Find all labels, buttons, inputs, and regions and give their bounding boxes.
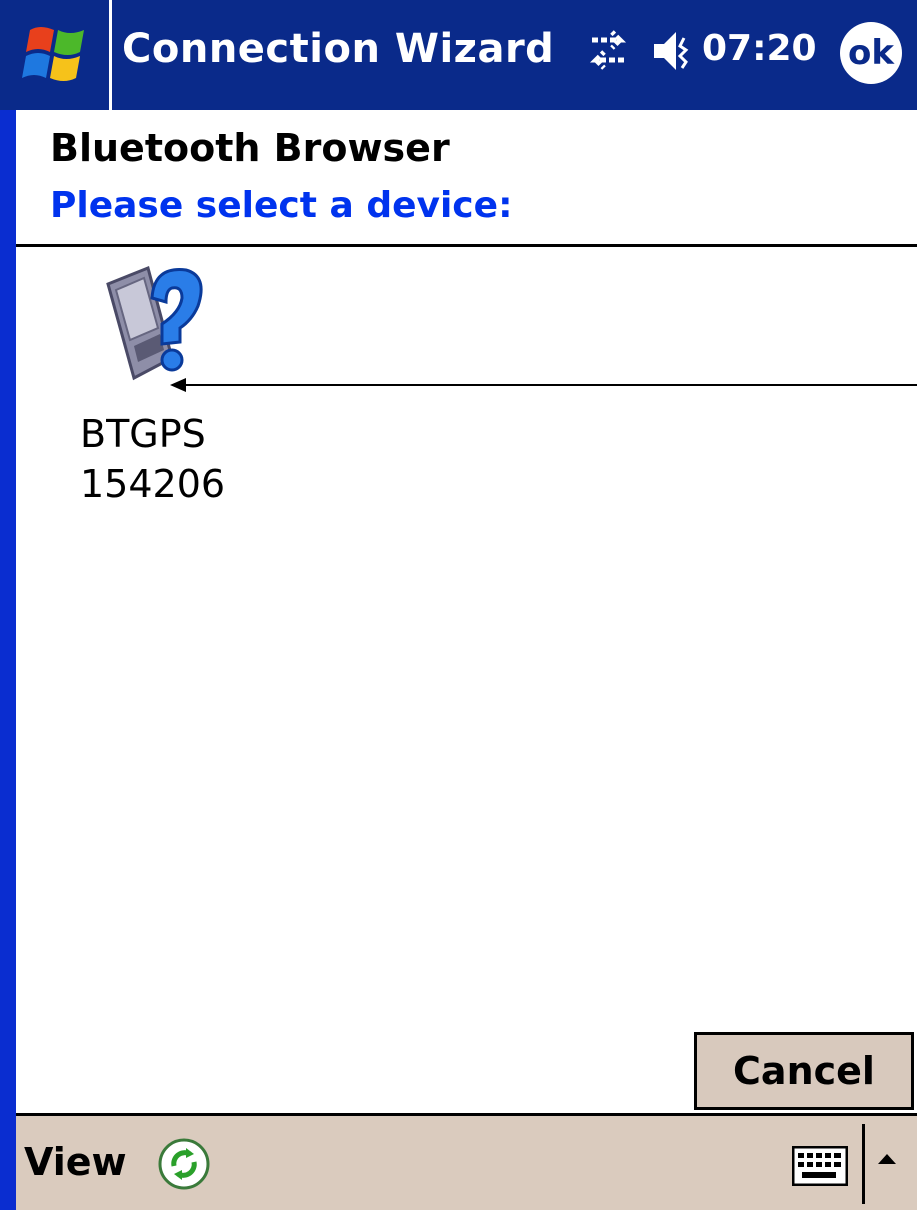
app-title: Connection Wizard — [122, 26, 555, 72]
header-divider — [16, 244, 917, 247]
keyboard-icon[interactable] — [791, 1145, 849, 1190]
left-edge-border — [0, 0, 16, 1210]
ok-button[interactable]: ok — [840, 22, 902, 84]
page-subtitle: Please select a device: — [50, 185, 513, 226]
page-title: Bluetooth Browser — [50, 126, 450, 170]
menu-divider — [862, 1124, 865, 1204]
refresh-icon[interactable] — [156, 1136, 212, 1196]
clock[interactable]: 07:20 — [702, 28, 817, 69]
pointer-arrowhead — [170, 378, 186, 392]
unknown-device-icon — [100, 262, 210, 386]
device-name: BTGPS — [80, 412, 206, 456]
menu-view[interactable]: View — [24, 1140, 127, 1184]
speaker-icon[interactable] — [652, 28, 698, 78]
cancel-button[interactable]: Cancel — [694, 1032, 914, 1110]
connectivity-arrows-icon[interactable] — [582, 24, 634, 80]
start-button[interactable] — [0, 0, 112, 110]
device-id: 154206 — [80, 462, 226, 506]
title-bar: Connection Wizard 07:20 ok — [0, 0, 917, 110]
device-item[interactable]: BTGPS 154206 — [60, 262, 250, 512]
pointer-line — [186, 384, 917, 386]
menu-bar: View — [16, 1113, 917, 1210]
up-arrow-icon[interactable] — [878, 1154, 896, 1164]
windows-flag-icon — [22, 27, 84, 81]
